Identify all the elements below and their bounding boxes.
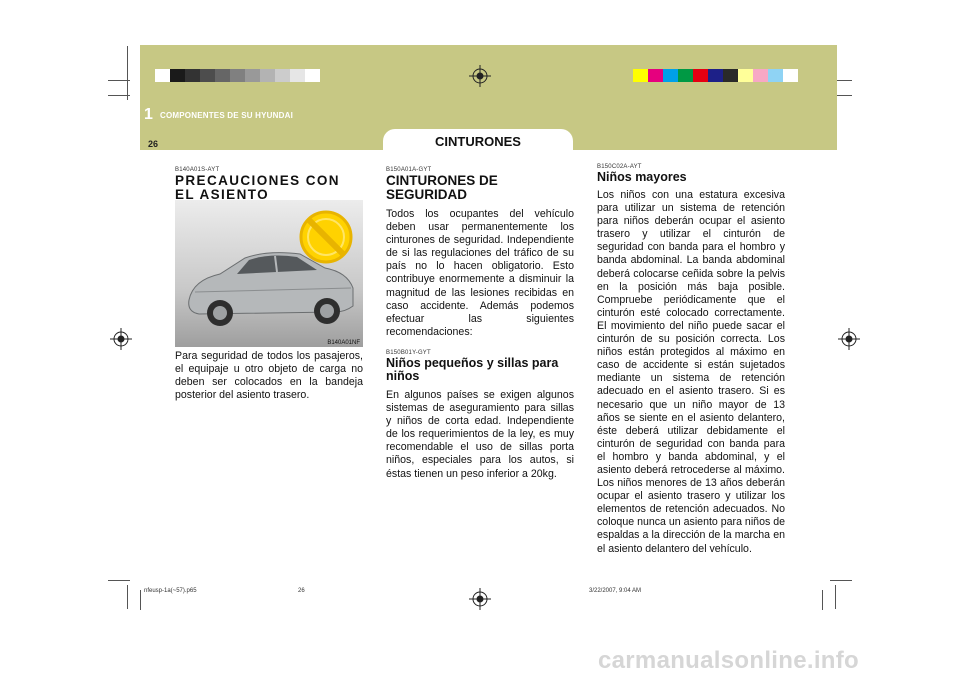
- crop-mark: [835, 585, 836, 609]
- color-swatch: [290, 69, 305, 82]
- registration-mark-icon: [469, 65, 491, 87]
- color-swatch: [230, 69, 245, 82]
- color-swatch: [245, 69, 260, 82]
- car-illustration: B140A01NF: [175, 200, 363, 347]
- body-text: Los niños con una estatura excesiva para…: [597, 189, 785, 555]
- color-swatch: [170, 69, 185, 82]
- color-calibration-bar: [633, 69, 798, 82]
- color-swatch: [753, 69, 768, 82]
- color-swatch: [708, 69, 723, 82]
- color-swatch: [678, 69, 693, 82]
- body-text: En algunos países se exigen algunos sist…: [386, 389, 574, 480]
- color-swatch: [155, 69, 170, 82]
- prohibition-sign-icon: [299, 210, 353, 264]
- page-number: 26: [148, 139, 159, 149]
- watermark: carmanualsonline.info: [598, 647, 860, 674]
- color-swatch: [738, 69, 753, 82]
- registration-mark-icon: [469, 588, 491, 610]
- registration-mark-icon: [110, 328, 132, 350]
- body-text: Todos los ocupantes del vehículo deben u…: [386, 208, 574, 338]
- section-tab: CINTURONES: [383, 129, 573, 153]
- color-swatch: [663, 69, 678, 82]
- registration-mark-icon: [838, 328, 860, 350]
- color-swatch: [260, 69, 275, 82]
- footer-page: 26: [298, 588, 305, 594]
- color-swatch: [200, 69, 215, 82]
- color-swatch: [185, 69, 200, 82]
- footer-timestamp: 3/22/2007, 9:04 AM: [589, 588, 642, 594]
- chapter-title: COMPONENTES DE SU HYUNDAI: [160, 111, 294, 120]
- color-swatch: [275, 69, 290, 82]
- color-swatch: [723, 69, 738, 82]
- color-swatch: [215, 69, 230, 82]
- manual-page: 1 COMPONENTES DE SU HYUNDAI 26 CINTURONE…: [0, 0, 960, 678]
- color-swatch: [633, 69, 648, 82]
- body-text: Para seguridad de todos los pasajeros, e…: [175, 350, 363, 402]
- column-1-body: Para seguridad de todos los pasajeros, e…: [175, 350, 363, 402]
- color-swatch: [693, 69, 708, 82]
- section-heading: Niños pequeños y sillas para niños: [386, 356, 559, 383]
- crop-mark: [108, 580, 130, 581]
- section-heading: CINTURONES DE SEGURIDAD: [386, 173, 498, 202]
- column-2-subsection: B150B01Y-GYT Niños pequeños y sillas par…: [386, 350, 574, 481]
- chapter-number: 1: [144, 106, 153, 123]
- crop-mark: [830, 580, 852, 581]
- footer-file: nfeusp-1a(~57).p65: [144, 588, 197, 594]
- column-3: B150C02A-AYT Niños mayores Los niños con…: [597, 164, 785, 556]
- crop-mark: [822, 590, 823, 610]
- color-swatch: [783, 69, 798, 82]
- color-swatch: [305, 69, 320, 82]
- crop-mark: [127, 46, 128, 100]
- color-swatch: [768, 69, 783, 82]
- column-2: B150A01A-GYT CINTURONES DE SEGURIDAD Tod…: [386, 167, 574, 339]
- crop-mark: [140, 590, 141, 610]
- crop-mark: [127, 585, 128, 609]
- grayscale-color-bar: [155, 69, 320, 82]
- image-code: B140A01NF: [327, 340, 360, 346]
- crop-mark: [108, 80, 130, 81]
- section-heading: Niños mayores: [597, 170, 687, 184]
- color-swatch: [648, 69, 663, 82]
- crop-mark: [108, 95, 130, 96]
